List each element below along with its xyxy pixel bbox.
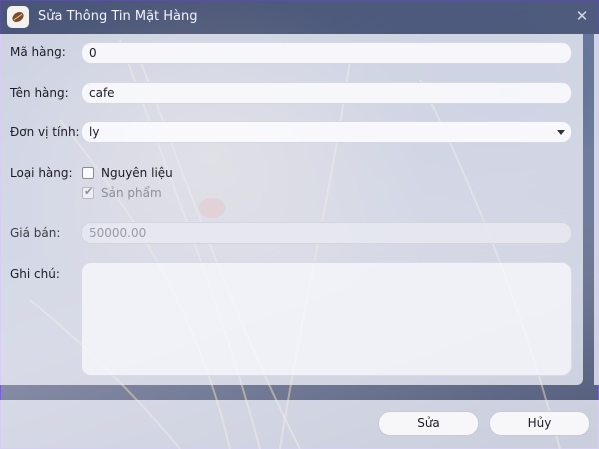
- cancel-button[interactable]: Hủy: [489, 411, 590, 436]
- coffee-bean-icon: [7, 6, 29, 28]
- ghi-chu-label: Ghi chú:: [10, 267, 60, 281]
- checkmark-icon: ✔: [84, 185, 94, 198]
- ten-hang-label: Tên hàng:: [10, 86, 69, 100]
- title-bar: Sửa Thông Tin Mặt Hàng ✕: [0, 0, 599, 34]
- save-button[interactable]: Sửa: [378, 411, 479, 436]
- close-icon[interactable]: ✕: [571, 5, 593, 27]
- don-vi-tinh-select[interactable]: ly: [81, 121, 572, 143]
- scrollbar-track[interactable]: [594, 34, 599, 385]
- window-title: Sửa Thông Tin Mặt Hàng: [38, 9, 198, 24]
- ghi-chu-textarea[interactable]: [81, 262, 572, 376]
- san-pham-checkbox[interactable]: ✔: [82, 185, 94, 199]
- nguyen-lieu-label: Nguyên liệu: [101, 166, 173, 180]
- dialog-window: Sửa Thông Tin Mặt Hàng ✕ Mã hàng: Tên hà…: [0, 0, 599, 449]
- ten-hang-input[interactable]: [81, 82, 572, 104]
- ma-hang-label: Mã hàng:: [10, 45, 66, 59]
- don-vi-tinh-value: ly: [89, 125, 100, 139]
- don-vi-tinh-label: Đơn vị tính:: [10, 125, 80, 139]
- chevron-down-icon: [557, 130, 565, 135]
- ma-hang-input[interactable]: [81, 42, 572, 64]
- gia-ban-input[interactable]: [81, 222, 572, 244]
- loai-hang-label: Loại hàng:: [10, 166, 73, 180]
- nguyen-lieu-checkbox[interactable]: [82, 167, 94, 179]
- gia-ban-label: Giá bán:: [10, 226, 61, 240]
- san-pham-label: Sản phẩm: [101, 186, 162, 200]
